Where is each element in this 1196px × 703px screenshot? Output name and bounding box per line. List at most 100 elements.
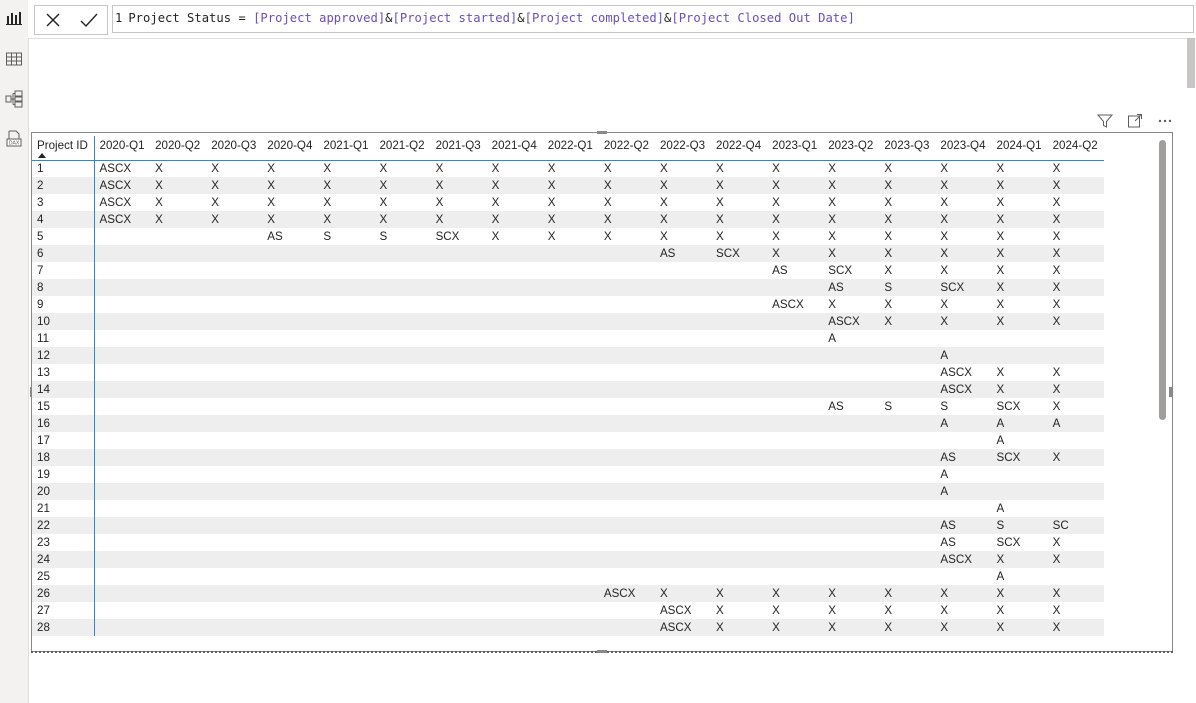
matrix-cell[interactable]: X: [1048, 398, 1104, 415]
matrix-cell[interactable]: X: [486, 211, 543, 228]
matrix-cell[interactable]: [711, 381, 768, 398]
matrix-cell[interactable]: [206, 585, 263, 602]
matrix-cell[interactable]: [711, 483, 768, 500]
matrix-cell[interactable]: X: [711, 211, 768, 228]
matrix-cell[interactable]: [823, 483, 880, 500]
matrix-cell[interactable]: [767, 381, 824, 398]
matrix-scrollbar-thumb[interactable]: [1159, 140, 1166, 420]
matrix-cell[interactable]: [94, 364, 150, 381]
matrix-cell[interactable]: [430, 619, 487, 636]
column-header-project-id[interactable]: Project ID: [32, 136, 95, 161]
column-header[interactable]: 2024-Q1: [991, 136, 1048, 161]
matrix-cell[interactable]: [94, 398, 150, 415]
matrix-cell[interactable]: [318, 466, 374, 483]
row-header-project-id[interactable]: 28: [32, 619, 95, 636]
matrix-cell[interactable]: X: [823, 160, 879, 177]
commit-formula-button[interactable]: [79, 10, 99, 30]
matrix-cell[interactable]: [94, 228, 150, 245]
matrix-cell[interactable]: [262, 296, 318, 313]
matrix-cell[interactable]: [823, 347, 880, 364]
matrix-cell[interactable]: [543, 500, 599, 517]
matrix-cell[interactable]: [935, 330, 991, 347]
matrix-cell[interactable]: ASCX: [94, 194, 150, 211]
column-header[interactable]: 2022-Q4: [711, 136, 768, 161]
matrix-cell[interactable]: X: [991, 381, 1048, 398]
column-header[interactable]: 2022-Q3: [654, 136, 712, 161]
matrix-cell[interactable]: X: [935, 211, 992, 228]
matrix-cell[interactable]: [654, 313, 712, 330]
matrix-cell[interactable]: [487, 296, 543, 313]
matrix-cell[interactable]: [543, 330, 599, 347]
matrix-cell[interactable]: X: [823, 177, 880, 194]
matrix-cell[interactable]: [598, 551, 655, 568]
matrix-cell[interactable]: [542, 483, 599, 500]
matrix-cell[interactable]: [374, 296, 430, 313]
matrix-cell[interactable]: [318, 619, 375, 636]
canvas-scrollbar[interactable]: [1187, 38, 1195, 88]
matrix-cell[interactable]: [655, 364, 711, 381]
column-header[interactable]: 2021-Q3: [430, 136, 487, 161]
matrix-cell[interactable]: A: [935, 415, 992, 432]
matrix-cell[interactable]: [374, 347, 431, 364]
matrix-cell[interactable]: [487, 398, 543, 415]
matrix-cell[interactable]: X: [374, 177, 431, 194]
matrix-cell[interactable]: [654, 347, 712, 364]
matrix-cell[interactable]: X: [711, 194, 767, 211]
matrix-cell[interactable]: [542, 449, 599, 466]
row-header-project-id[interactable]: 13: [32, 364, 95, 381]
matrix-cell[interactable]: [543, 296, 599, 313]
matrix-cell[interactable]: X: [767, 585, 824, 602]
matrix-cell[interactable]: ASCX: [94, 160, 150, 177]
matrix-cell[interactable]: [430, 313, 487, 330]
matrix-cell[interactable]: [655, 432, 711, 449]
column-header[interactable]: 2024-Q2: [1047, 136, 1104, 161]
matrix-cell[interactable]: X: [823, 296, 879, 313]
matrix-cell[interactable]: X: [1048, 602, 1104, 619]
matrix-cell[interactable]: A: [935, 466, 991, 483]
more-options-button[interactable]: [1157, 113, 1173, 129]
matrix-cell[interactable]: X: [992, 194, 1048, 211]
matrix-cell[interactable]: [430, 279, 487, 296]
matrix-cell[interactable]: X: [991, 585, 1048, 602]
formula-input[interactable]: 1 Project Status = [Project approved]&[Pr…: [112, 5, 1194, 33]
matrix-cell[interactable]: X: [711, 585, 768, 602]
matrix-cell[interactable]: [262, 483, 319, 500]
matrix-cell[interactable]: X: [823, 228, 879, 245]
matrix-cell[interactable]: [431, 432, 487, 449]
matrix-cell[interactable]: [206, 364, 262, 381]
matrix-cell[interactable]: X: [991, 245, 1048, 262]
matrix-cell[interactable]: X: [991, 279, 1048, 296]
matrix-cell[interactable]: A: [935, 483, 992, 500]
matrix-cell[interactable]: [486, 245, 543, 262]
matrix-cell[interactable]: [262, 330, 318, 347]
matrix-cell[interactable]: [711, 313, 768, 330]
matrix-cell[interactable]: [486, 279, 543, 296]
matrix-cell[interactable]: [655, 262, 711, 279]
matrix-cell[interactable]: A: [992, 568, 1048, 585]
matrix-cell[interactable]: [543, 602, 599, 619]
matrix-cell[interactable]: X: [1047, 585, 1104, 602]
matrix-cell[interactable]: [487, 568, 543, 585]
matrix-cell[interactable]: AS: [654, 245, 712, 262]
matrix-cell[interactable]: [430, 245, 487, 262]
matrix-cell[interactable]: X: [598, 177, 655, 194]
matrix-cell[interactable]: X: [150, 211, 207, 228]
matrix-cell[interactable]: [487, 330, 543, 347]
row-header-project-id[interactable]: 7: [32, 262, 95, 279]
matrix-cell[interactable]: X: [262, 160, 318, 177]
matrix-cell[interactable]: X: [879, 262, 935, 279]
matrix-cell[interactable]: [206, 279, 263, 296]
matrix-cell[interactable]: X: [543, 228, 599, 245]
matrix-cell[interactable]: [543, 364, 599, 381]
matrix-cell[interactable]: [262, 432, 318, 449]
matrix-cell[interactable]: [654, 381, 712, 398]
matrix-cell[interactable]: [599, 432, 655, 449]
matrix-cell[interactable]: [823, 551, 880, 568]
matrix-cell[interactable]: SCX: [992, 534, 1048, 551]
matrix-cell[interactable]: [767, 330, 823, 347]
matrix-cell[interactable]: [599, 568, 655, 585]
matrix-cell[interactable]: [150, 483, 207, 500]
matrix-cell[interactable]: X: [767, 228, 823, 245]
matrix-cell[interactable]: X: [206, 160, 262, 177]
column-header[interactable]: 2022-Q1: [542, 136, 599, 161]
